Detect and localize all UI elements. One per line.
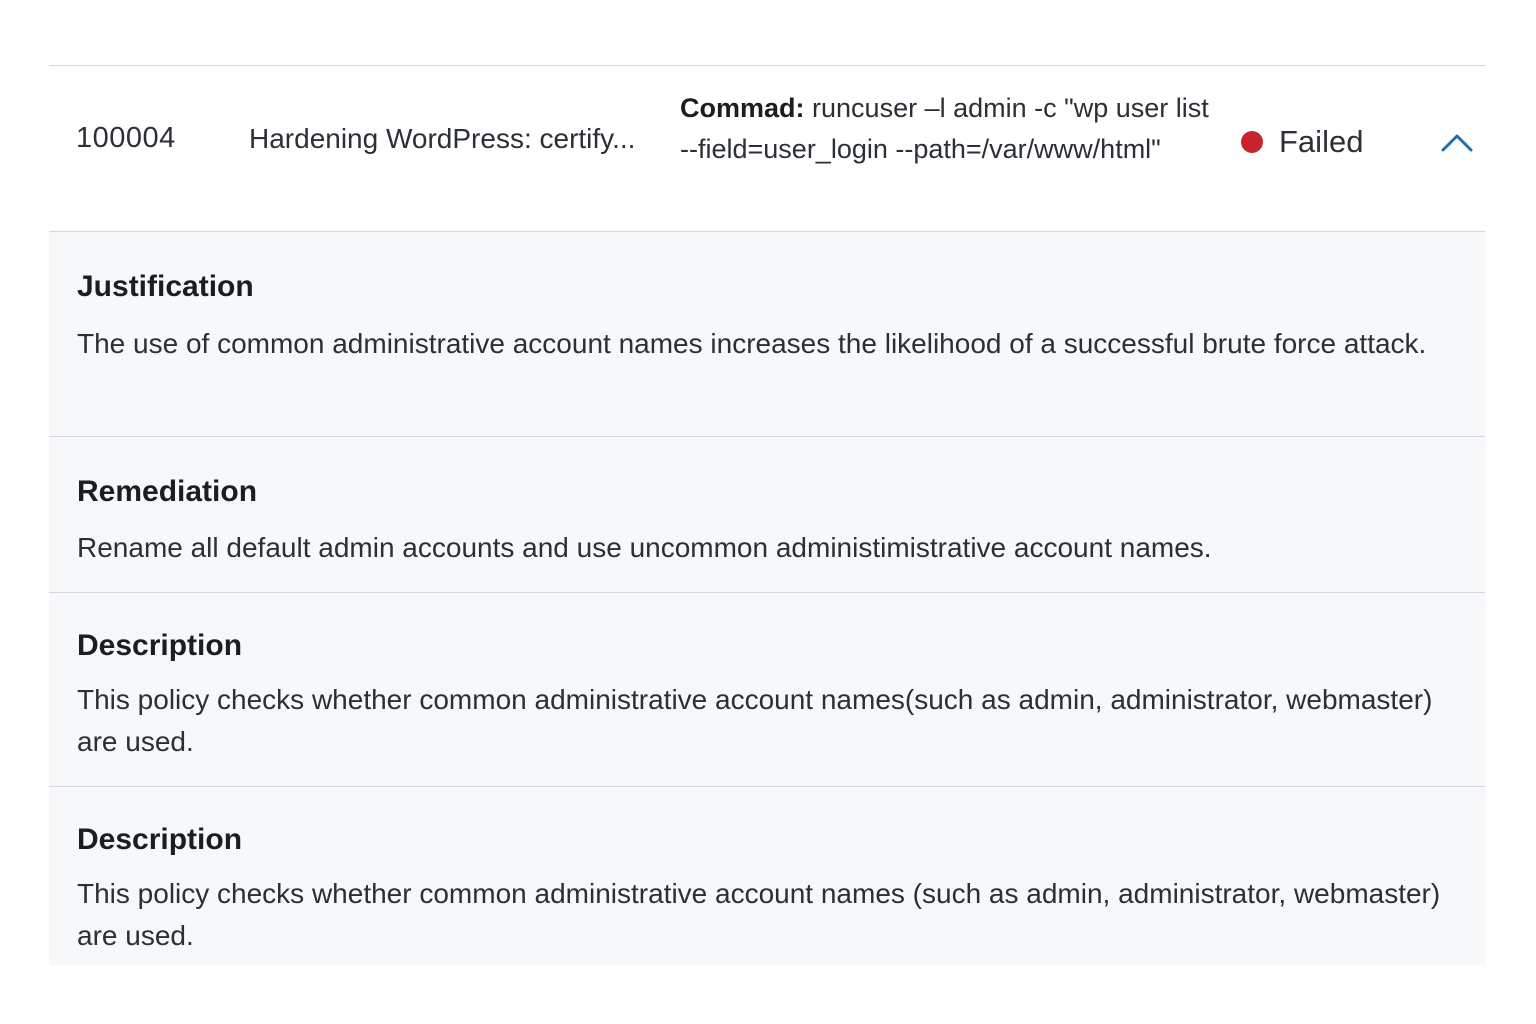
description-heading: Description	[77, 629, 243, 662]
chevron-up-icon	[1441, 134, 1473, 152]
description-section: Description This policy checks whether c…	[49, 593, 1485, 787]
policy-command: Commad: runcuser –l admin -c "wp user li…	[680, 88, 1220, 170]
command-label: Commad:	[680, 93, 805, 123]
description-text: This policy checks whether common admini…	[77, 684, 1433, 757]
collapse-toggle-button[interactable]	[1439, 128, 1475, 158]
justification-text: The use of common administrative account…	[77, 328, 1427, 359]
description-section: Description This policy checks whether c…	[49, 787, 1485, 965]
policy-row[interactable]: 100004 Hardening WordPress: certify... C…	[49, 65, 1485, 232]
description-text: This policy checks whether common admini…	[77, 878, 1441, 951]
policy-results-panel: 100004 Hardening WordPress: certify... C…	[49, 65, 1485, 965]
status-label: Failed	[1279, 124, 1364, 159]
remediation-text: Rename all default admin accounts and us…	[77, 532, 1212, 563]
policy-id: 100004	[76, 122, 176, 154]
justification-heading: Justification	[77, 270, 254, 303]
remediation-section: Remediation Rename all default admin acc…	[49, 437, 1485, 593]
policy-name: Hardening WordPress: certify...	[249, 123, 636, 154]
status-dot-icon	[1241, 131, 1263, 153]
description-heading: Description	[77, 823, 243, 856]
remediation-heading: Remediation	[77, 475, 258, 508]
justification-section: Justification The use of common administ…	[49, 232, 1485, 437]
status-badge: Failed	[1241, 124, 1363, 160]
